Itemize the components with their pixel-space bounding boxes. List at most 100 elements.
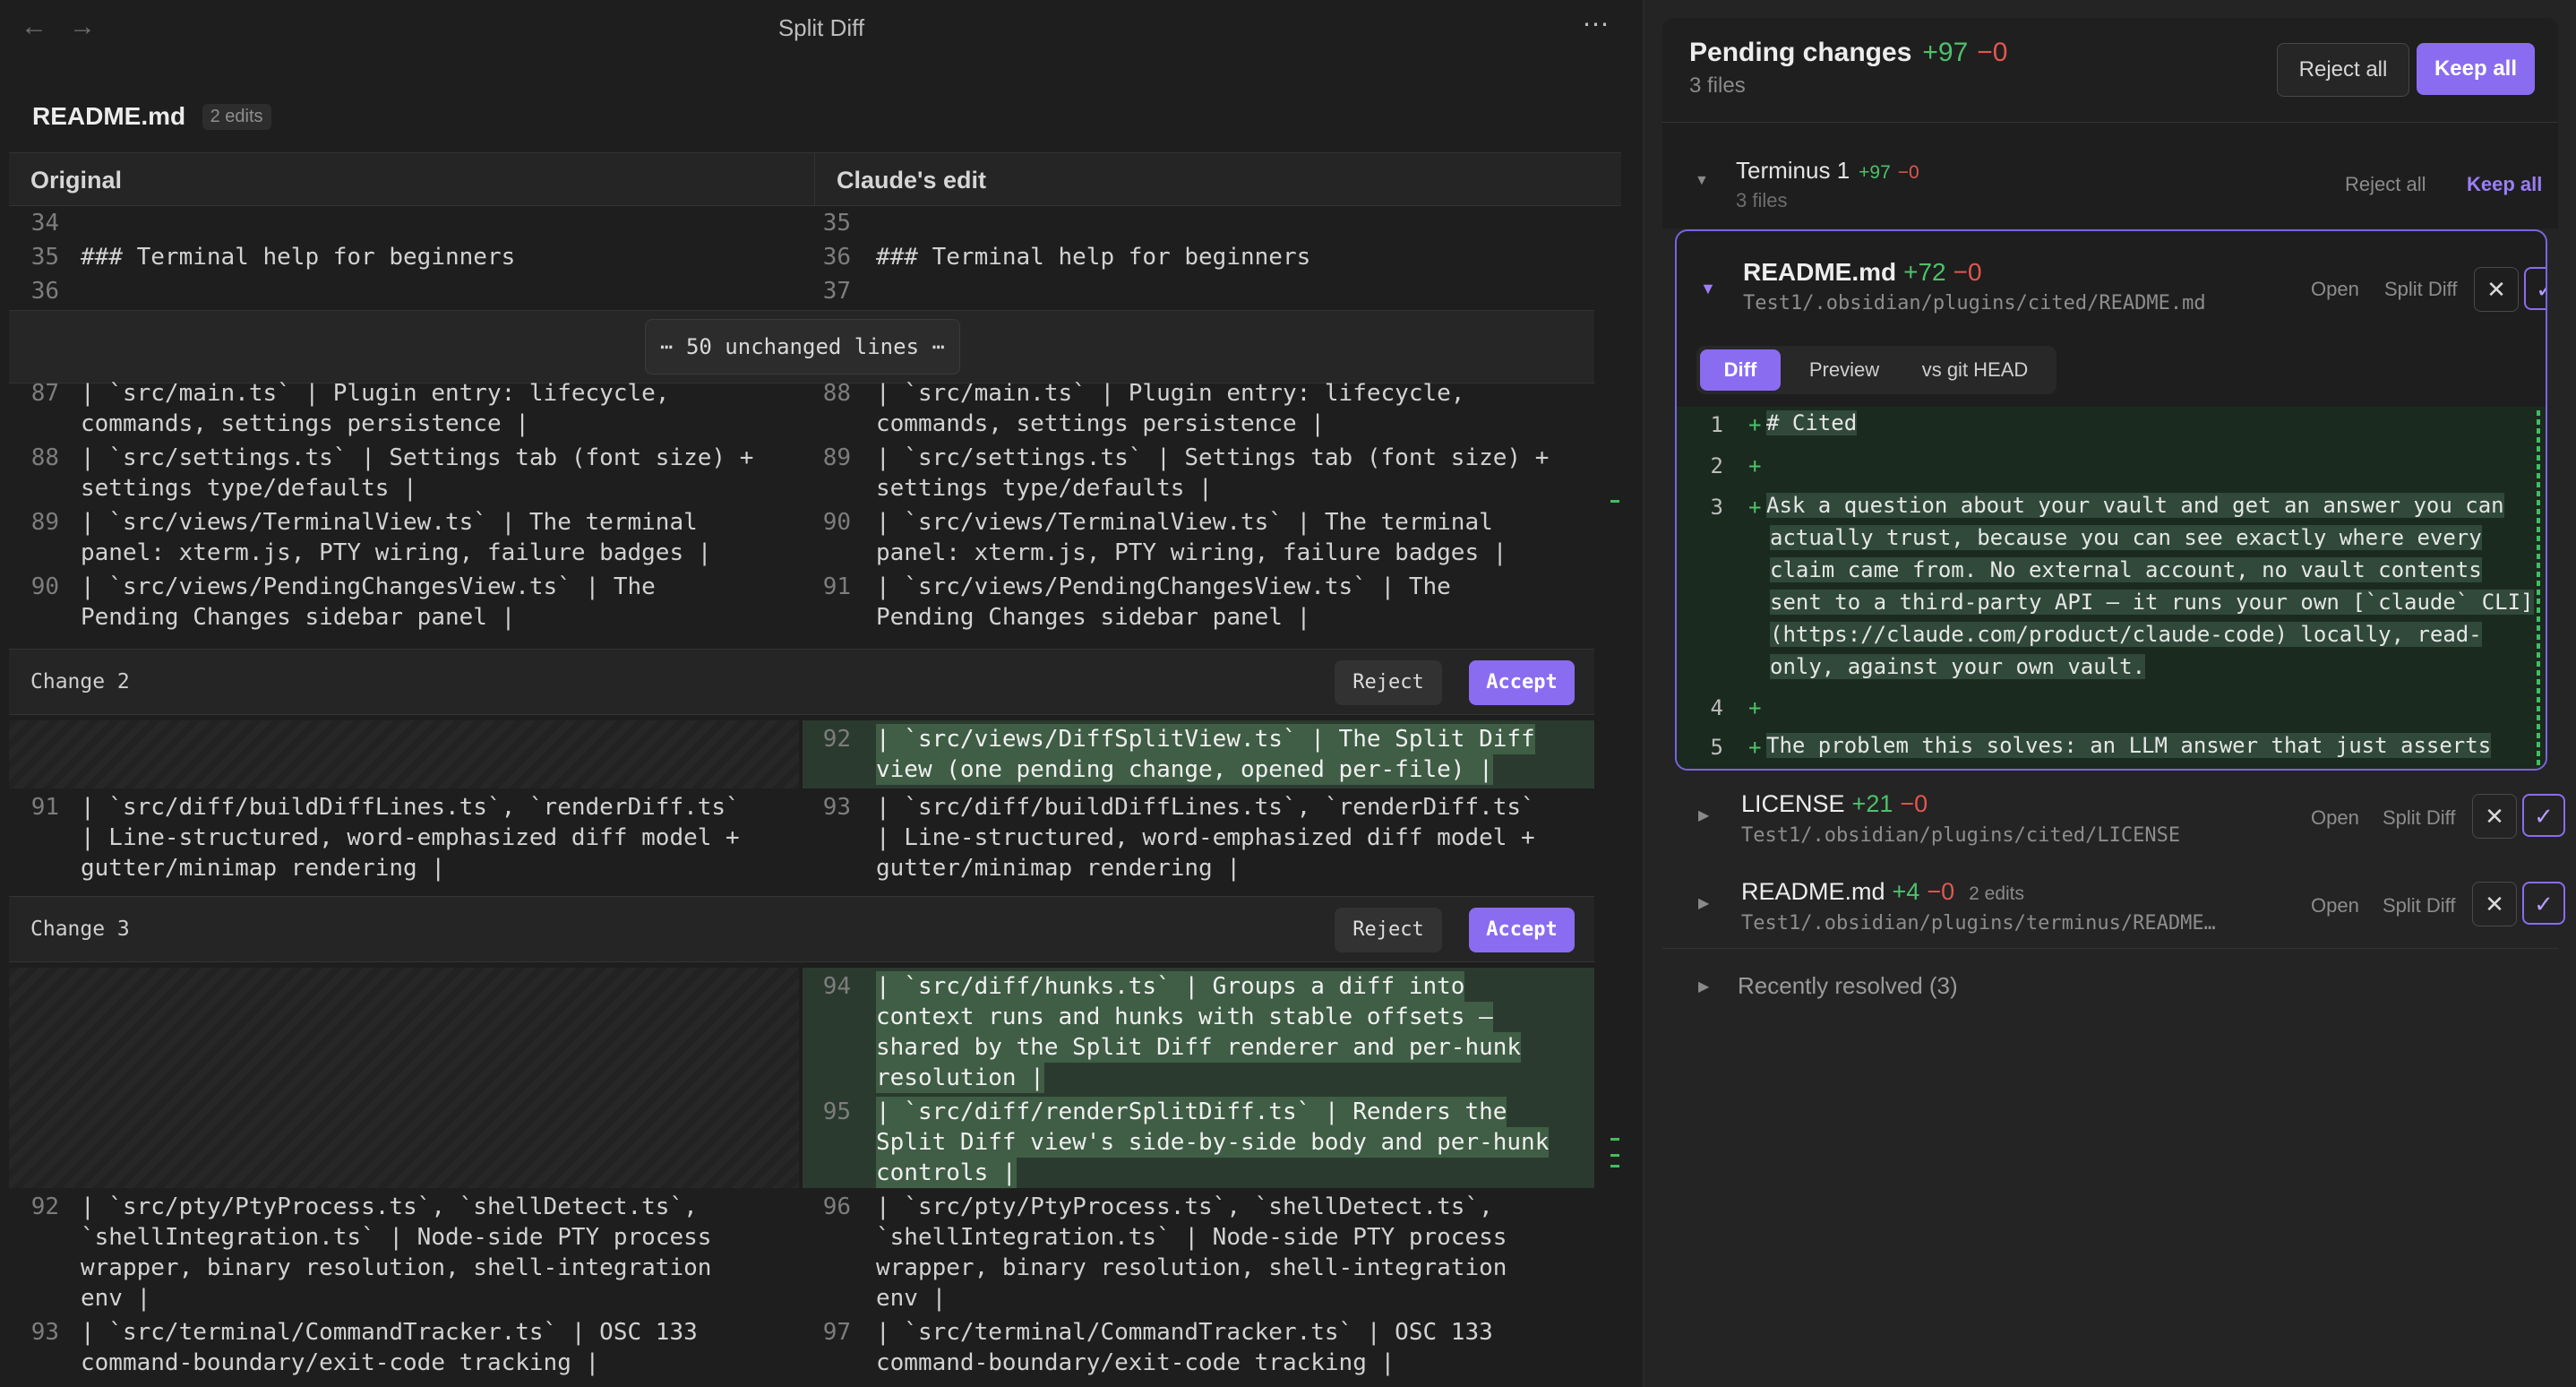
x-icon[interactable]: ✕ [2474,267,2519,312]
caret-down-icon[interactable]: ▼ [1695,173,1709,189]
code-line: gutter/minimap rendering | [876,855,1241,882]
reject-all-button[interactable]: Reject all [2277,43,2409,97]
code-line: wrapper, binary resolution, shell-integr… [81,1254,712,1281]
code-line: | `src/diff/buildDiffLines.ts`, `renderD… [876,794,1535,821]
caret-right-icon[interactable]: ▶ [1698,978,1709,995]
scrollbar[interactable] [2537,410,2540,765]
file-row[interactable]: ▶ LICENSE +21 −0 Test1/.obsidian/plugins/c… [1662,772,2565,860]
code-line: | `src/views/PendingChangesView.ts` | Th… [81,573,656,600]
line-number: 5 [1710,735,1723,760]
check-icon[interactable]: ✓ [2522,882,2565,925]
split-diff-button[interactable]: Split Diff [2383,806,2456,830]
added-line: shared by the Split Diff renderer and pe… [876,1032,1522,1063]
recently-resolved[interactable]: ▶ Recently resolved (3) [1662,948,2558,1024]
code-line: | `src/views/PendingChangesView.ts` | Th… [876,573,1451,600]
minimap-marker [1610,1165,1619,1167]
line-number: 87 [30,380,59,407]
code-line: | `src/settings.ts` | Settings tab (font… [876,444,1550,471]
line-number: 89 [30,509,59,536]
added-line: claim came from. No external account, no… [1770,554,2482,586]
caret-down-icon[interactable]: ▼ [1700,280,1716,298]
empty-placeholder [9,968,799,1188]
minimap-marker [1610,1138,1619,1141]
added-line: only, against your own vault. [1770,650,2146,683]
added-line: The problem this solves: an LLM answer t… [1766,729,2492,762]
change-bar: Change 2 Reject Accept [9,649,1594,715]
line-number: 92 [822,726,851,753]
x-icon[interactable]: ✕ [2472,882,2517,926]
added-line-text: actually trust, because you can see exac… [1770,525,2482,550]
reject-hunk-button[interactable]: Reject [1335,660,1442,705]
added-line: | `src/diff/hunks.ts` | Groups a diff in… [876,971,1465,1002]
code-line: Pending Changes sidebar panel | [876,604,1311,631]
column-header-edited: Claude's edit [815,152,1621,206]
code-line: wrapper, binary resolution, shell-integr… [876,1254,1507,1281]
added-count: +97 [1922,38,1969,67]
line-number: 36 [30,278,59,305]
caret-right-icon[interactable]: ▶ [1698,806,1709,824]
code-line: | `src/terminal/CommandTracker.ts` | OSC… [81,1319,698,1346]
added-line: # Cited [1766,407,1858,439]
unchanged-lines-bar: ⋯ 50 unchanged lines ⋯ [9,310,1594,383]
diff-preview: 1 + # Cited 2 + 3 + Ask a question about… [1677,407,2546,769]
line-number: 34 [30,210,59,237]
card-file-name-text: README.md [1743,258,1897,286]
open-file-button[interactable]: Open [2311,894,2359,917]
code-line: Pending Changes sidebar panel | [81,604,516,631]
pending-title-text: Pending changes [1689,38,1912,67]
split-diff-button[interactable]: Split Diff [2383,894,2456,917]
code-line: env | [876,1285,947,1312]
tab-diff[interactable]: Diff [1700,349,1781,391]
line-number: 91 [30,794,59,821]
x-icon[interactable]: ✕ [2472,794,2517,839]
code-line: | `src/settings.ts` | Settings tab (font… [81,444,754,471]
group-keep-all-button[interactable]: Keep all [2467,173,2542,196]
added-line-text: # Cited [1766,410,1858,435]
line-number: 35 [30,244,59,271]
more-icon[interactable]: ⋯ [1578,7,1614,43]
added-line: Ask a question about your vault and get … [1766,489,2504,521]
tab-vs-git-head[interactable]: vs git HEAD [1908,346,2042,394]
line-number: 88 [822,380,851,407]
file-row[interactable]: ▶ README.md +4 −0 2 edits Test1/.obsidian/p… [1662,860,2565,948]
check-icon[interactable]: ✓ [2522,794,2565,837]
card-file-name: README.md +72 −0 [1743,258,1982,287]
code-line: commands, settings persistence | [876,410,1325,437]
minimap-marker [1610,1154,1619,1157]
code-line: | Line-structured, word-emphasized diff … [876,824,1535,851]
keep-all-button[interactable]: Keep all [2417,43,2535,95]
code-line: | `src/terminal/CommandTracker.ts` | OSC… [876,1319,1493,1346]
check-icon[interactable]: ✓ [2524,267,2546,310]
file-row-name-text: LICENSE [1741,790,1845,817]
line-number: 95 [822,1098,851,1125]
line-number: 3 [1710,495,1723,520]
reject-hunk-button[interactable]: Reject [1335,908,1442,952]
open-file-button[interactable]: Open [2311,806,2359,830]
group-reject-all-button[interactable]: Reject all [2345,173,2426,196]
added-line: context runs and hunks with stable offse… [876,1002,1493,1032]
added-line: (https://claude.com/product/claude-code)… [1770,618,2482,650]
tab-preview[interactable]: Preview [1793,346,1895,394]
split-diff-button[interactable]: Split Diff [2384,278,2458,301]
edits-badge: 2 edits [202,103,271,130]
file-row-name: LICENSE +21 −0 [1741,790,1928,818]
file-header: README.md 2 edits [32,102,271,138]
expand-unchanged-button[interactable]: ⋯ 50 unchanged lines ⋯ [645,319,960,375]
added-count: +21 [1851,790,1893,817]
diff-body: Original Claude's edit 34 35 ### Termina… [9,152,1621,1387]
caret-right-icon[interactable]: ▶ [1698,894,1709,912]
change-bar: Change 3 Reject Accept [9,896,1594,962]
added-line: actually trust, because you can see exac… [1770,521,2482,554]
accept-hunk-button[interactable]: Accept [1469,660,1575,705]
code-line: | `src/main.ts` | Plugin entry: lifecycl… [876,380,1465,407]
line-number: 36 [822,244,851,271]
removed-count: −0 [1900,790,1928,817]
open-file-button[interactable]: Open [2311,278,2359,301]
added-line: resolution | [876,1063,1044,1093]
code-line: | `src/views/TerminalView.ts` | The term… [876,509,1493,536]
accept-hunk-button[interactable]: Accept [1469,908,1575,952]
added-count: +72 [1903,258,1946,286]
code-line: | `src/main.ts` | Plugin entry: lifecycl… [81,380,670,407]
line-number: 92 [30,1193,59,1220]
session-group[interactable]: ▼ Terminus 1 +97 −0 3 files Reject all Kee… [1662,122,2558,228]
